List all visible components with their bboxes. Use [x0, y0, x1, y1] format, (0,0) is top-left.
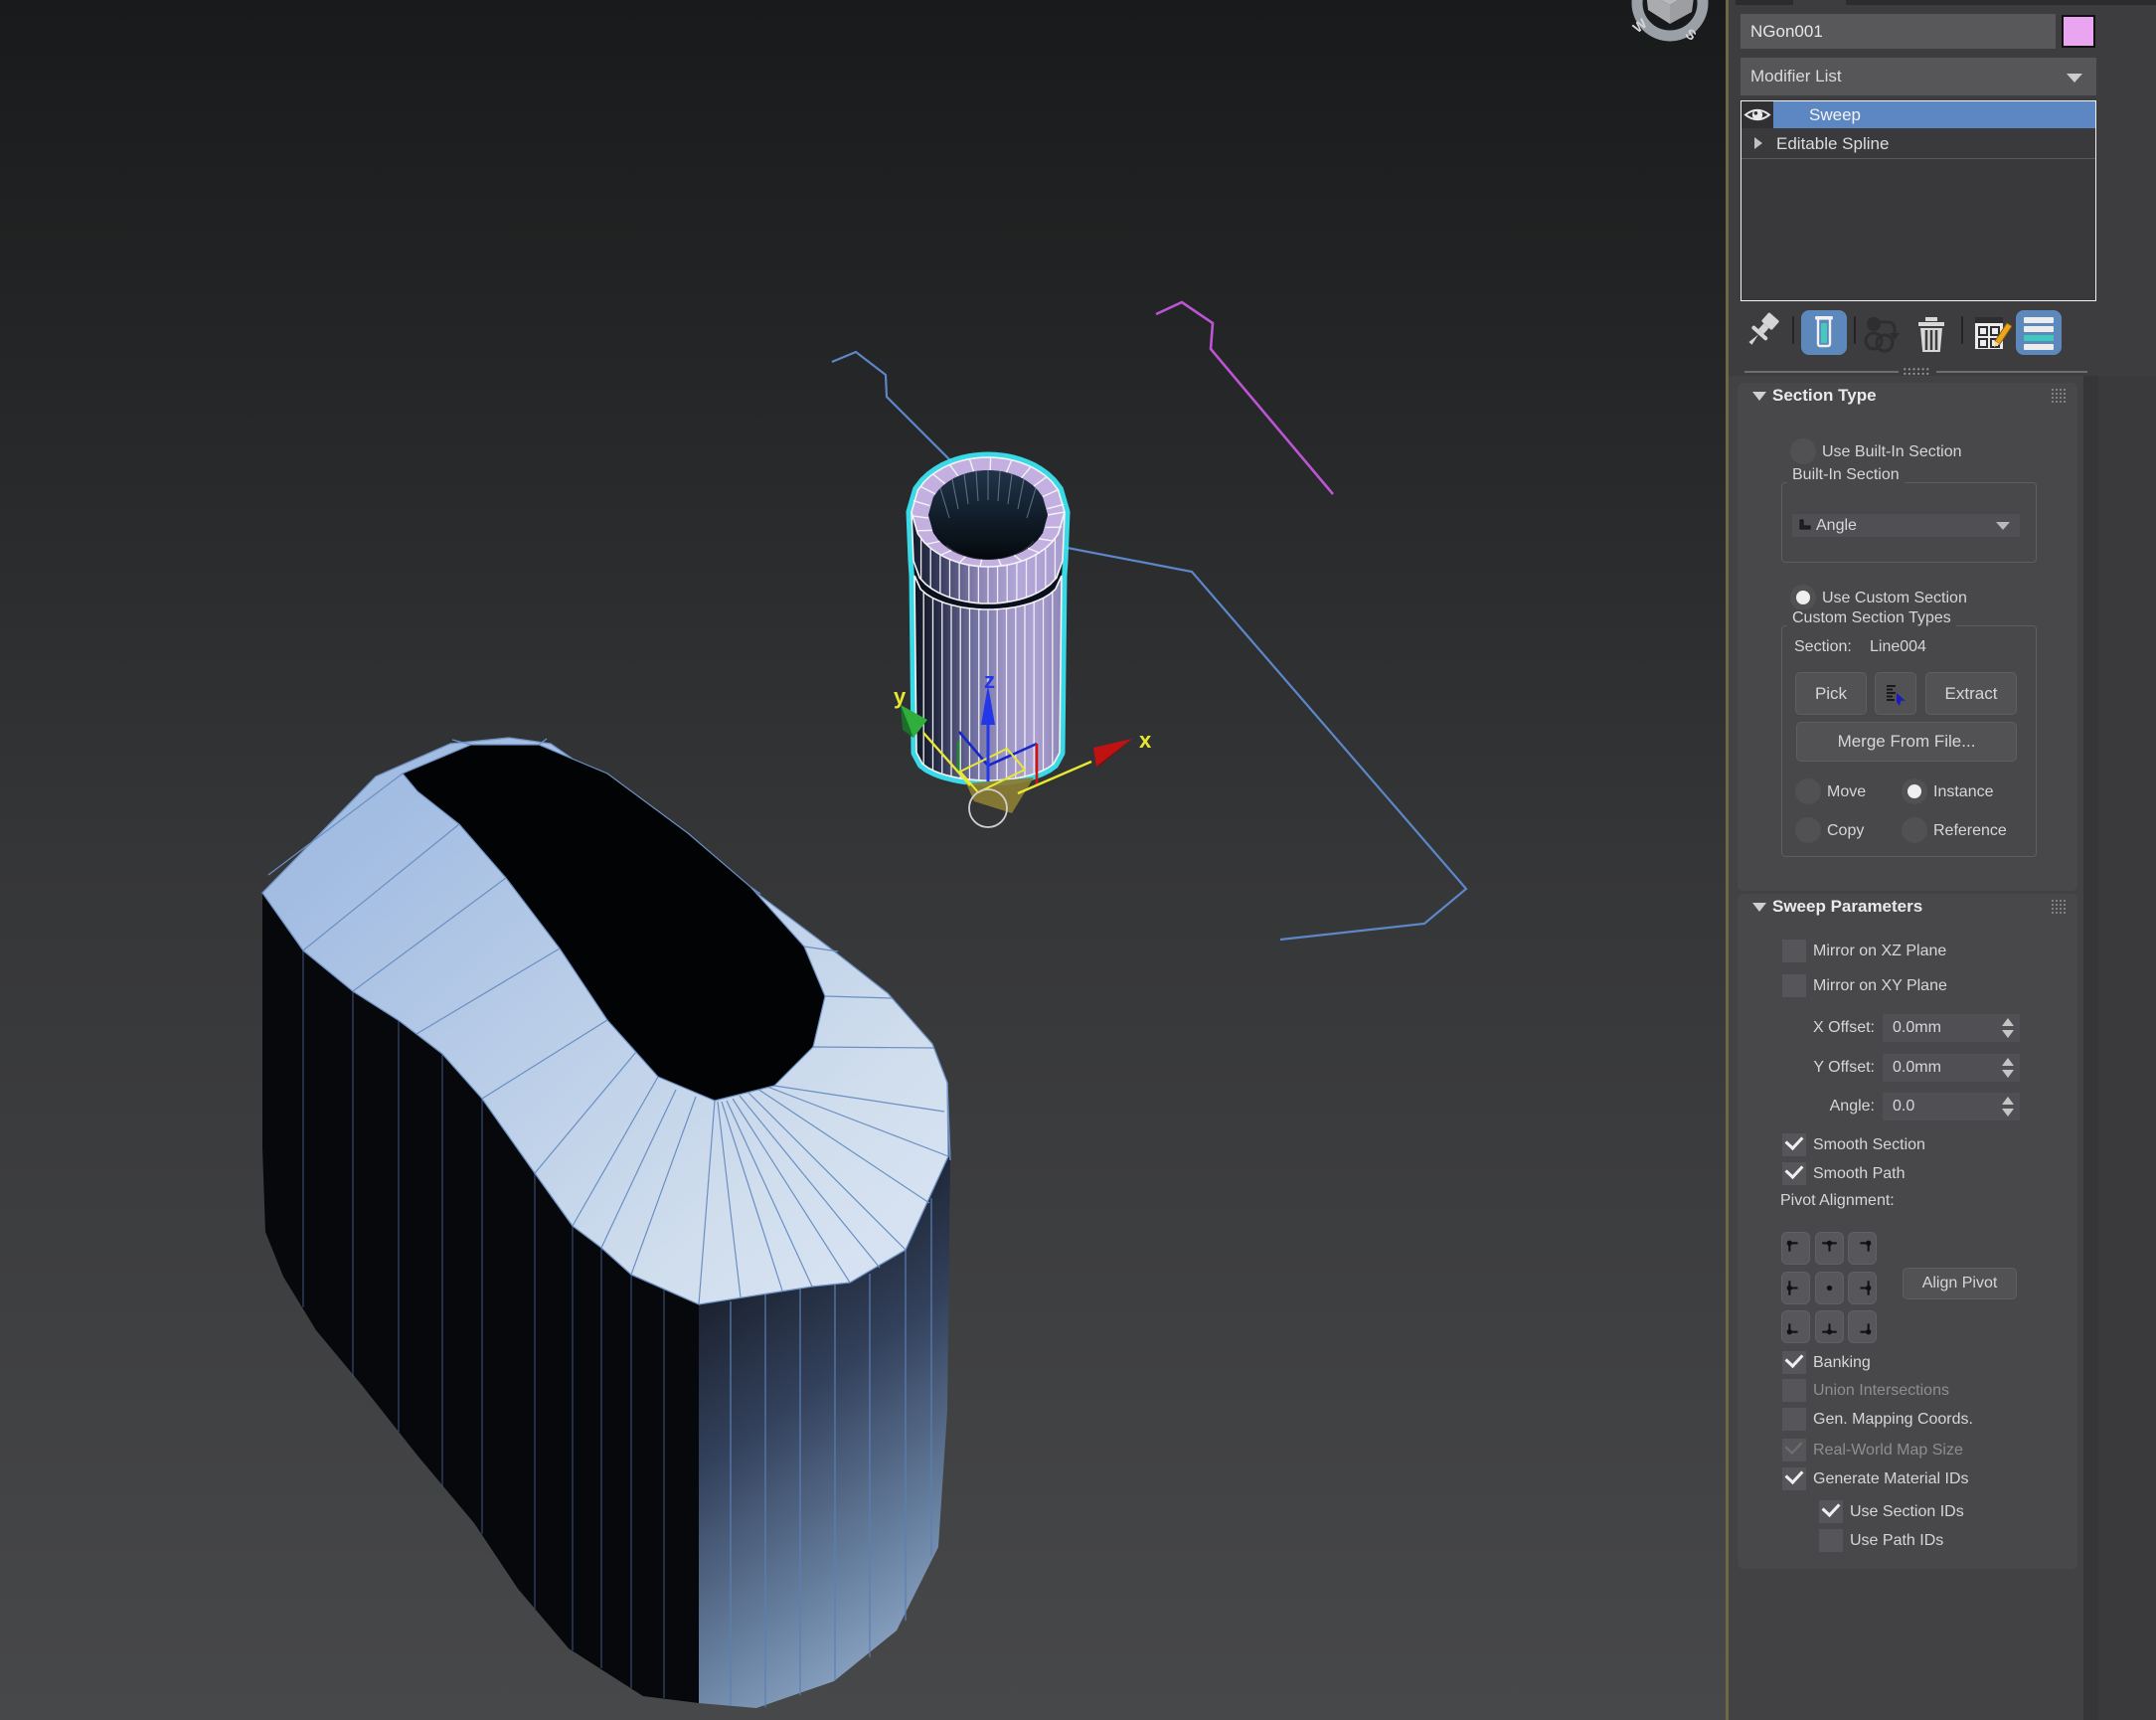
svg-text:x: x: [1139, 728, 1152, 753]
svg-text:y: y: [894, 684, 907, 709]
svg-text:z: z: [984, 668, 995, 693]
